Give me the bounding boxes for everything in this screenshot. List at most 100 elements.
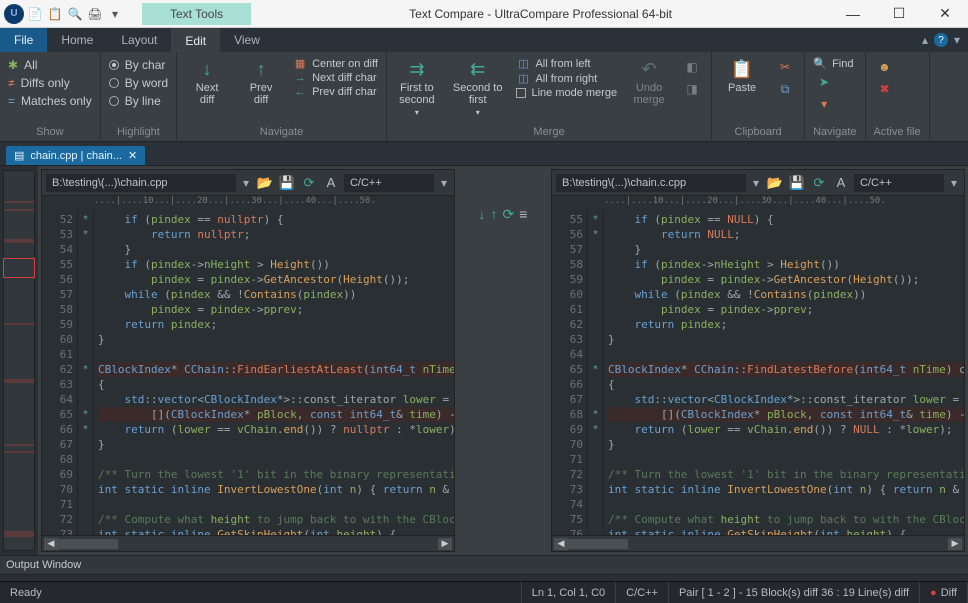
editor-area: B:\testing\(...)\chain.cpp ▾ 📂 💾 ⟳ A C/C… [0,166,968,555]
left-code-area[interactable]: 5253545556575859606162636465666768697071… [42,210,454,535]
document-tab[interactable]: ▤ chain.cpp | chain... ✕ [6,146,145,165]
help-icon[interactable]: ? [934,33,948,47]
tab-file[interactable]: File [0,28,47,52]
copy-icon[interactable]: ⧉ [774,78,796,100]
find-button[interactable]: 🔍Find [813,56,853,71]
save-icon[interactable]: 💾 [278,174,296,192]
status-bar: Ready Ln 1, Col 1, C0 C/C++ Pair [ 1 - 2… [0,581,968,603]
new-icon[interactable]: 📄 [26,5,44,23]
right-pane-toolbar: B:\testing\(...)\chain.c.cpp ▾ 📂 💾 ⟳ A C… [552,170,964,196]
font-icon[interactable]: A [832,174,850,192]
tab-edit[interactable]: Edit [171,28,220,52]
left-lang-dropdown-icon[interactable]: ▾ [438,176,450,190]
sync-down-icon[interactable]: ↓ [479,206,486,222]
status-position: Ln 1, Col 1, C0 [522,582,616,603]
qat-dropdown-icon[interactable]: ▾ [106,5,124,23]
show-all[interactable]: ✱All [8,56,92,74]
sync-refresh-icon[interactable]: ⟳ [503,206,515,223]
prev-diff-button[interactable]: ↑Prev diff [239,56,283,108]
left-language-select[interactable]: C/C++ [344,174,434,192]
highlight-by-char[interactable]: By char [109,56,168,74]
all-from-right[interactable]: ◫All from right [516,71,617,86]
context-tab-text-tools[interactable]: Text Tools [142,3,251,25]
highlight-by-line[interactable]: By line [109,92,168,110]
goto-dropdown-icon[interactable]: ▾ [813,93,835,115]
minimize-button[interactable]: — [830,0,876,28]
tab-view[interactable]: View [220,28,274,52]
ribbon-group-highlight: By char By word By line Highlight [101,52,177,141]
preview-icon[interactable]: 🔍 [66,5,84,23]
output-window-header[interactable]: Output Window [0,555,968,575]
output-window-title: Output Window [6,559,81,571]
window-title: Text Compare - UltraCompare Professional… [251,7,830,21]
sync-menu-icon[interactable]: ≡ [519,206,527,222]
first-to-second-button[interactable]: ⇉First to second▾ [395,56,439,119]
collapse-ribbon-icon[interactable]: ▴ [922,33,928,47]
scroll-thumb[interactable] [58,539,118,549]
merge-extra-2-icon[interactable]: ◨ [681,78,703,100]
ribbon-group-show: ✱All ≠Diffs only =Matches only Show [0,52,101,141]
undo-merge-button[interactable]: ↶Undo merge [627,56,671,108]
left-path-field[interactable]: B:\testing\(...)\chain.cpp [46,174,236,192]
scroll-right-icon[interactable]: ▶ [438,538,452,550]
right-path-field[interactable]: B:\testing\(...)\chain.c.cpp [556,174,746,192]
copy-icon[interactable]: 📋 [46,5,64,23]
left-pane-toolbar: B:\testing\(...)\chain.cpp ▾ 📂 💾 ⟳ A C/C… [42,170,454,196]
open-folder-icon[interactable]: 📂 [766,174,784,192]
font-icon[interactable]: A [322,174,340,192]
left-hscrollbar[interactable]: ◀ ▶ [42,535,454,551]
right-path-dropdown-icon[interactable]: ▾ [750,176,762,190]
document-tab-title: chain.cpp | chain... [30,150,122,162]
cut-icon[interactable]: ✂ [774,56,796,78]
save-icon[interactable]: 💾 [788,174,806,192]
left-path-dropdown-icon[interactable]: ▾ [240,176,252,190]
ribbon-header-icons: ▴ ? ▾ [922,28,968,52]
refresh-icon[interactable]: ⟳ [300,174,318,192]
tab-layout[interactable]: Layout [107,28,171,52]
ribbon-group-merge: ⇉First to second▾ ⇇Second to first▾ ◫All… [387,52,712,141]
print-icon[interactable]: 🖨 [86,5,104,23]
ribbon: ✱All ≠Diffs only =Matches only Show By c… [0,52,968,142]
status-ready: Ready [0,582,522,603]
ribbon-group-navigate: ↓Next diff ↑Prev diff ▦Center on diff →N… [177,52,387,141]
line-mode-merge[interactable]: Line mode merge [516,86,617,100]
scroll-right-icon[interactable]: ▶ [948,538,962,550]
prev-diff-char[interactable]: ←Prev diff char [293,85,378,99]
open-folder-icon[interactable]: 📂 [256,174,274,192]
highlight-by-word[interactable]: By word [109,74,168,92]
quick-access-toolbar: U 📄 📋 🔍 🖨 ▾ [0,4,128,24]
delete-icon[interactable]: ✖ [874,78,896,100]
header-dropdown-icon[interactable]: ▾ [954,33,960,47]
center-on-diff[interactable]: ▦Center on diff [293,56,378,71]
app-icon[interactable]: U [4,4,24,24]
next-diff-button[interactable]: ↓Next diff [185,56,229,108]
close-tab-icon[interactable]: ✕ [128,149,137,162]
tab-home[interactable]: Home [47,28,107,52]
all-from-left[interactable]: ◫All from left [516,56,617,71]
right-hscrollbar[interactable]: ◀ ▶ [552,535,964,551]
mid-sync-toolbar: ↓ ↑ ⟳ ≡ [458,169,548,259]
paste-button[interactable]: 📋Paste [720,56,764,96]
merge-extra-1-icon[interactable]: ◧ [681,56,703,78]
refresh-icon[interactable]: ⟳ [810,174,828,192]
right-lang-dropdown-icon[interactable]: ▾ [948,176,960,190]
second-to-first-button[interactable]: ⇇Second to first▾ [449,56,507,119]
right-code-area[interactable]: 5556575859606162636465666768697071727374… [552,210,964,535]
right-language-select[interactable]: C/C++ [854,174,944,192]
diff-overview-strip[interactable] [0,166,38,555]
ribbon-group-clipboard: 📋Paste ✂ ⧉ Clipboard [712,52,805,141]
maximize-button[interactable]: ☐ [876,0,922,28]
goto-icon[interactable]: ➤ [813,71,835,93]
ribbon-group-navigate2: 🔍Find ➤ ▾ Navigate [805,52,865,141]
show-matches-only[interactable]: =Matches only [8,92,92,110]
sync-up-icon[interactable]: ↑ [491,206,498,222]
ribbon-group-label: Show [8,124,92,141]
scroll-left-icon[interactable]: ◀ [554,538,568,550]
scroll-left-icon[interactable]: ◀ [44,538,58,550]
scroll-thumb[interactable] [568,539,628,549]
next-diff-char[interactable]: →Next diff char [293,71,378,85]
ribbon-group-label: Highlight [109,124,168,141]
close-button[interactable]: ✕ [922,0,968,28]
show-diffs-only[interactable]: ≠Diffs only [8,74,92,92]
active-file-icon[interactable]: ☻ [874,56,896,78]
